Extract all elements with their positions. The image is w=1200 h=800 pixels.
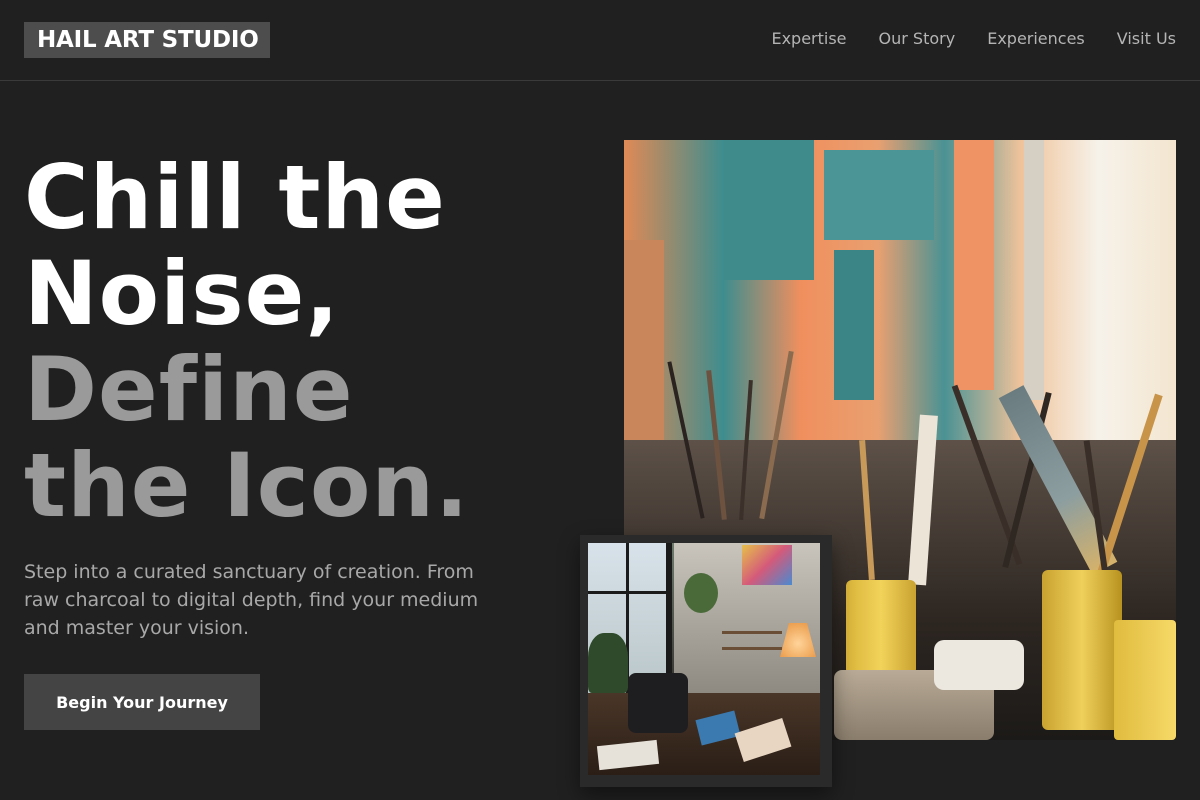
workspace-image-frame <box>580 535 832 787</box>
headline-line-2: Noise, <box>24 242 340 345</box>
headline-line-1: Chill the <box>24 146 446 249</box>
nav-link-visit-us[interactable]: Visit Us <box>1117 29 1176 49</box>
nav-link-experiences[interactable]: Experiences <box>987 29 1085 49</box>
begin-journey-button[interactable]: Begin Your Journey <box>24 674 260 730</box>
hero-subtext: Step into a curated sanctuary of creatio… <box>24 561 479 639</box>
site-header: HAIL ART STUDIO Expertise Our Story Expe… <box>0 0 1200 81</box>
hero-headline: Chill the Noise, Define the Icon. <box>24 150 584 534</box>
nav-link-our-story[interactable]: Our Story <box>879 29 956 49</box>
studio-workspace-image <box>588 543 820 775</box>
main-nav: Expertise Our Story Experiences Visit Us <box>771 29 1176 49</box>
headline-line-3: Define <box>24 338 354 441</box>
logo[interactable]: HAIL ART STUDIO <box>24 22 270 58</box>
headline-line-4: the Icon. <box>24 434 470 537</box>
nav-link-expertise[interactable]: Expertise <box>771 29 846 49</box>
